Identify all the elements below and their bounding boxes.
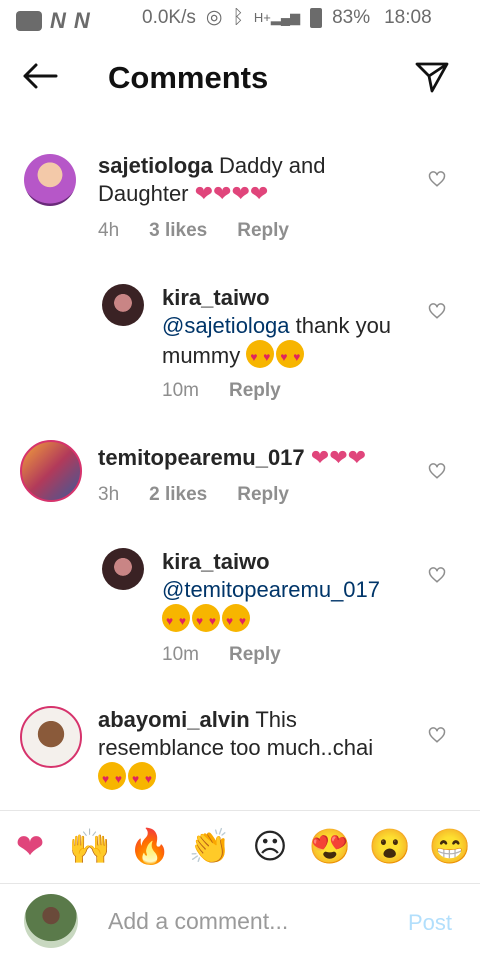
like-heart-icon[interactable] — [428, 726, 446, 744]
fire-emoji-button[interactable]: 🔥 — [128, 827, 172, 867]
status-right: 0.0K/s ◎ ᛒ H+▂▄▆ 83% 18:08 — [142, 6, 432, 29]
status-bar: N N 0.0K/s ◎ ᛒ H+▂▄▆ 83% 18:08 — [0, 0, 480, 38]
grinning-face-emoji-button[interactable]: 😁 — [428, 827, 472, 867]
comment-meta: 3h 2 likes Reply — [98, 484, 289, 506]
status-notifications: N N — [16, 8, 90, 34]
mention-link[interactable]: @temitopearemu_017 — [162, 577, 380, 602]
message-icon — [16, 11, 42, 31]
clapping-hands-emoji-button[interactable]: 👏 — [188, 827, 232, 867]
reply-button[interactable]: Reply — [229, 380, 281, 402]
network-speed: 0.0K/s — [142, 6, 196, 28]
reply-button[interactable]: Reply — [229, 644, 281, 666]
likes-count[interactable]: 2 likes — [149, 484, 207, 506]
comment-item: kira_taiwo @sajetiologa thank you mummy … — [0, 282, 480, 412]
bluetooth-icon: ᛒ — [232, 6, 244, 28]
heart-eyes-emoji — [246, 340, 275, 371]
avatar[interactable] — [102, 284, 144, 326]
header: Comments — [0, 38, 480, 122]
comment-meta: 10m Reply — [162, 380, 281, 402]
avatar[interactable] — [102, 548, 144, 590]
heart-eyes-face-emoji-button[interactable]: 😍 — [308, 827, 352, 867]
comment-item: kira_taiwo @temitopearemu_017 10m Reply — [0, 546, 480, 676]
heart-emoji-button[interactable]: ❤ — [8, 827, 52, 867]
hotspot-icon: ◎ — [205, 7, 223, 28]
send-icon[interactable] — [414, 60, 450, 99]
like-heart-icon[interactable] — [428, 302, 446, 320]
n-icon: N — [50, 8, 66, 33]
comment-text: temitopearemu_017 ❤❤❤ — [98, 444, 418, 472]
comment-item: sajetiologa Daddy and Daughter ❤❤❤❤ 4h 3… — [0, 150, 480, 250]
reply-button[interactable]: Reply — [237, 220, 289, 242]
heart-eyes-emoji — [128, 762, 156, 793]
username[interactable]: temitopearemu_017 — [98, 445, 305, 470]
raised-hands-emoji-button[interactable]: 🙌 — [68, 827, 112, 867]
comment-text: abayomi_alvin This resemblance too much.… — [98, 706, 418, 793]
comment-text: sajetiologa Daddy and Daughter ❤❤❤❤ — [98, 153, 326, 206]
heart-eyes-emoji — [192, 604, 220, 635]
comment-item: temitopearemu_017 ❤❤❤ 3h 2 likes Reply — [0, 440, 480, 520]
heart-emoji: ❤❤❤ — [310, 445, 367, 470]
comment-meta: 4h 3 likes Reply — [98, 220, 289, 242]
n-icon: N — [73, 8, 90, 33]
username[interactable]: kira_taiwo — [162, 549, 270, 574]
like-heart-icon[interactable] — [428, 462, 446, 480]
surprised-face-emoji-button[interactable]: 😮 — [368, 827, 412, 867]
battery-icon — [310, 7, 323, 28]
heart-eyes-emoji — [222, 604, 250, 635]
comment-input[interactable]: Add a comment... — [108, 908, 288, 935]
post-button[interactable]: Post — [408, 910, 452, 936]
page-title: Comments — [108, 60, 269, 95]
reply-button[interactable]: Reply — [237, 484, 289, 506]
heart-eyes-emoji — [276, 340, 305, 371]
comment-time: 10m — [162, 644, 199, 665]
likes-count[interactable]: 3 likes — [149, 220, 207, 242]
avatar — [24, 894, 78, 948]
heart-eyes-emoji — [162, 604, 190, 635]
mention-link[interactable]: @sajetiologa — [162, 313, 290, 338]
avatar[interactable] — [20, 706, 82, 768]
comment-text: kira_taiwo @temitopearemu_017 — [162, 548, 412, 635]
emoji-reaction-bar: ❤ 🙌 🔥 👏 ☹ 😍 😮 😁 — [0, 810, 480, 884]
clock: 18:08 — [384, 6, 432, 28]
comment-time: 3h — [98, 484, 120, 505]
comment-input-bar: Add a comment... Post — [0, 884, 480, 960]
sad-face-emoji-button[interactable]: ☹ — [248, 827, 292, 867]
username[interactable]: sajetiologa — [98, 153, 213, 178]
comment-meta: 10m Reply — [162, 644, 281, 666]
like-heart-icon[interactable] — [428, 566, 446, 584]
comment-time: 4h — [98, 220, 120, 241]
username[interactable]: abayomi_alvin — [98, 707, 250, 732]
heart-eyes-emoji — [98, 762, 126, 793]
like-heart-icon[interactable] — [428, 170, 446, 188]
signal-icon: H+▂▄▆ — [253, 9, 301, 25]
avatar[interactable] — [24, 154, 76, 206]
comment-item: abayomi_alvin This resemblance too much.… — [0, 704, 480, 804]
avatar[interactable] — [20, 440, 82, 502]
username[interactable]: kira_taiwo — [162, 285, 270, 310]
back-arrow-icon[interactable] — [22, 62, 58, 96]
battery-level: 83% — [332, 6, 371, 28]
comment-text: kira_taiwo @sajetiologa thank you mummy — [162, 284, 402, 371]
comment-time: 10m — [162, 380, 199, 401]
heart-emoji: ❤❤❤❤ — [194, 181, 269, 206]
scroll-cover — [0, 800, 480, 810]
